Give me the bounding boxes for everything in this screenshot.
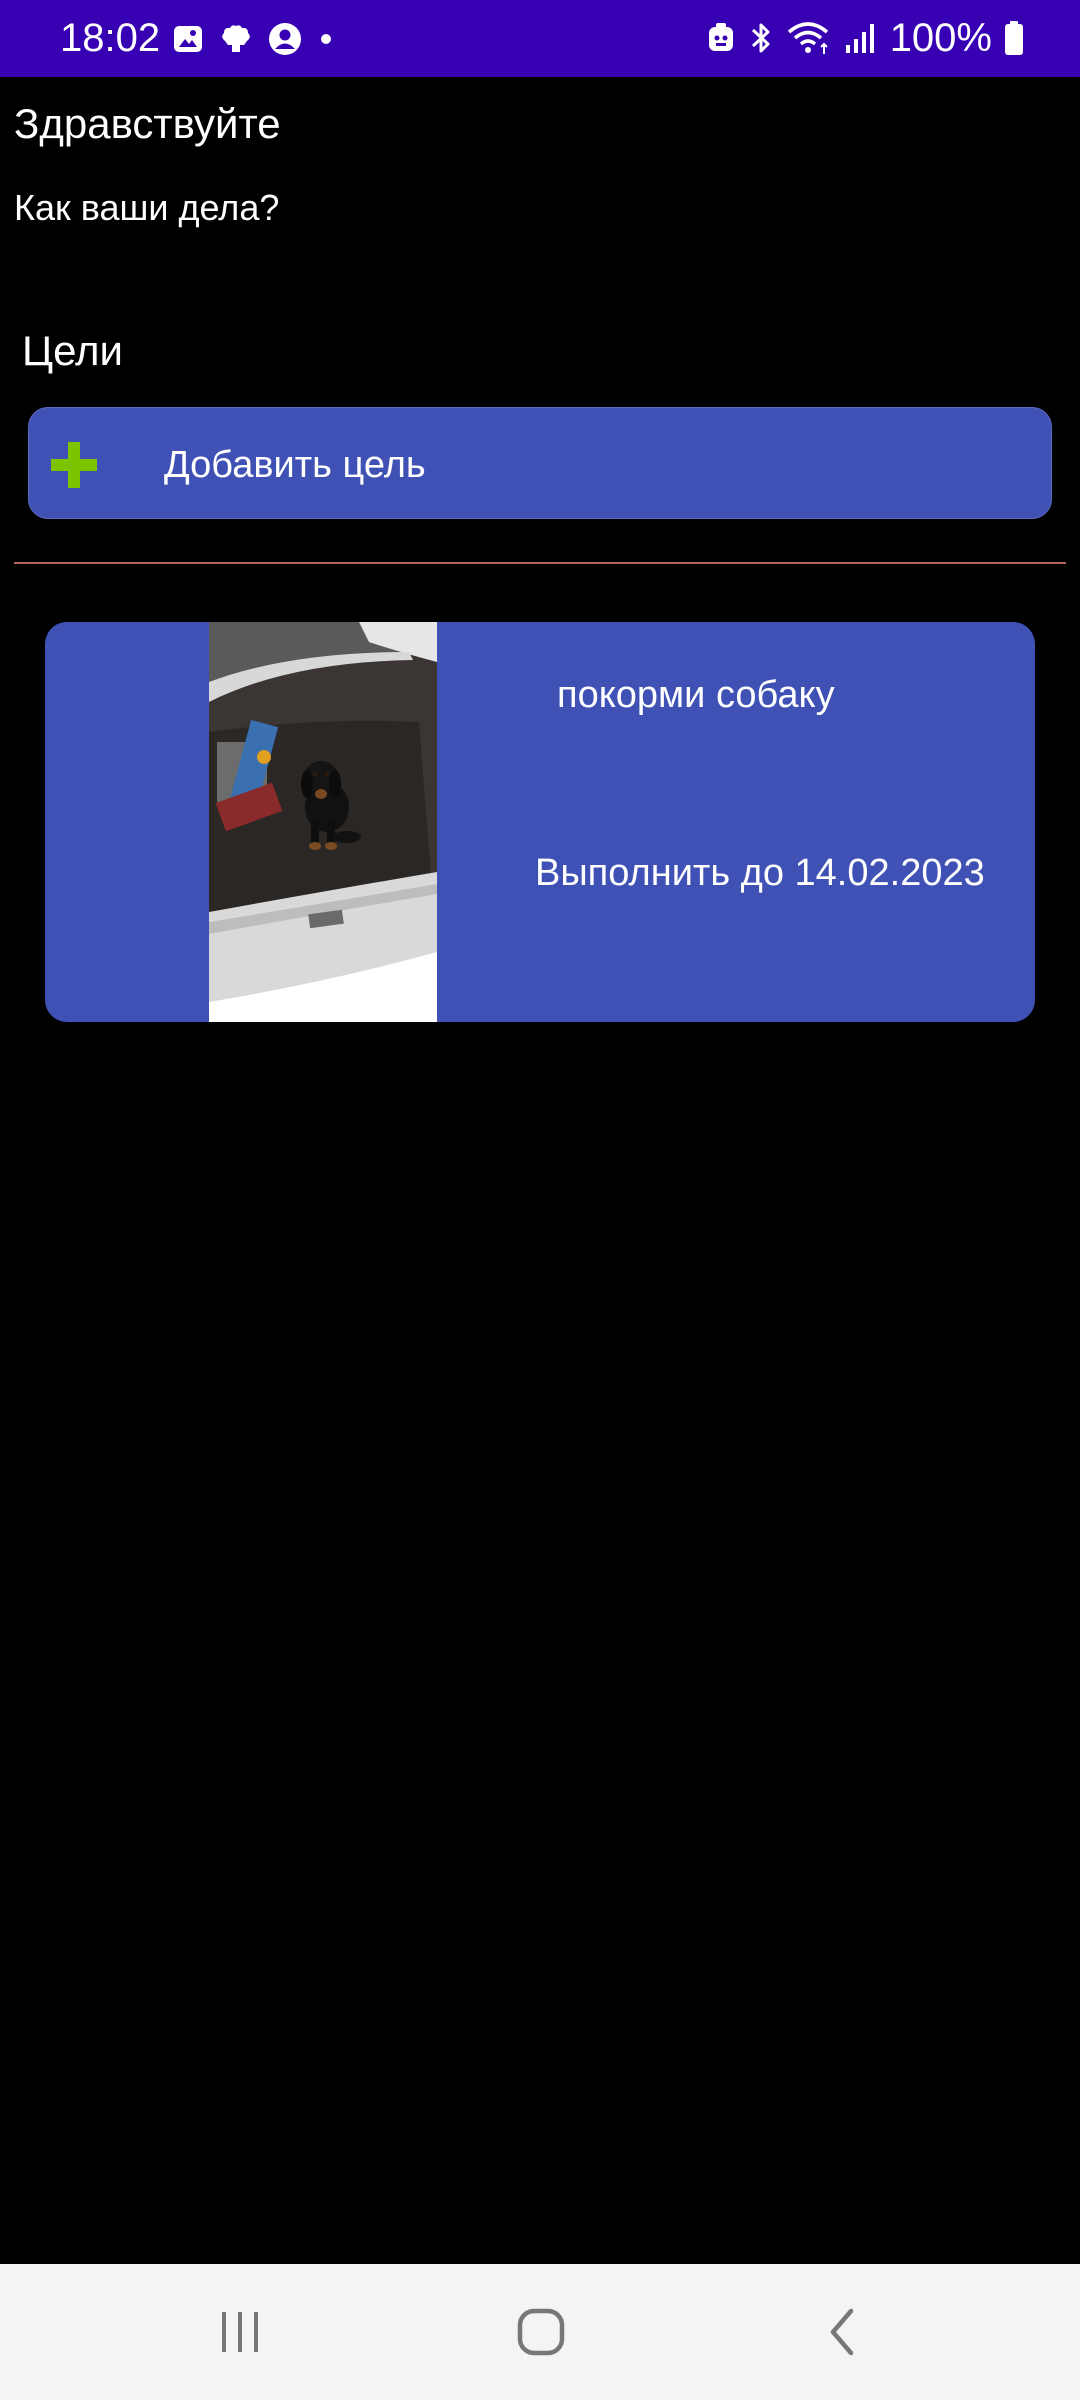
home-icon	[516, 2307, 566, 2357]
bluetooth-icon	[748, 20, 774, 56]
signal-icon	[844, 21, 878, 55]
home-button[interactable]	[481, 2292, 601, 2372]
goals-section-title: Цели	[22, 327, 124, 374]
dnd-icon	[706, 21, 736, 55]
back-button[interactable]	[783, 2292, 903, 2372]
status-notification-icons	[172, 20, 336, 58]
gallery-icon	[172, 23, 204, 55]
notification-dot-icon	[316, 29, 336, 49]
account-icon	[268, 22, 302, 56]
status-time: 18:02	[60, 16, 161, 60]
recents-icon	[218, 2310, 262, 2354]
add-goal-button[interactable]: Добавить цель	[28, 407, 1052, 519]
goal-card[interactable]: покорми собаку Выполнить до 14.02.2023	[45, 622, 1035, 1022]
back-icon	[823, 2307, 863, 2357]
plus-icon	[47, 438, 101, 492]
greeting-subtitle: Как ваши дела?	[14, 187, 280, 228]
status-bar: 18:02 100%	[0, 0, 1080, 77]
wifi-icon	[786, 20, 832, 56]
greeting-title: Здравствуйте	[14, 100, 281, 147]
status-system-icons: 100%	[706, 14, 1024, 62]
divider	[14, 562, 1066, 564]
navigation-bar	[0, 2264, 1080, 2400]
goal-deadline: Выполнить до 14.02.2023	[535, 852, 985, 894]
battery-percentage: 100%	[889, 16, 992, 60]
goal-title: покорми собаку	[557, 674, 835, 716]
add-goal-label: Добавить цель	[164, 444, 426, 486]
battery-icon	[1004, 20, 1024, 56]
recents-button[interactable]	[180, 2292, 300, 2372]
goal-photo	[209, 622, 437, 1022]
app-icon	[218, 23, 254, 55]
